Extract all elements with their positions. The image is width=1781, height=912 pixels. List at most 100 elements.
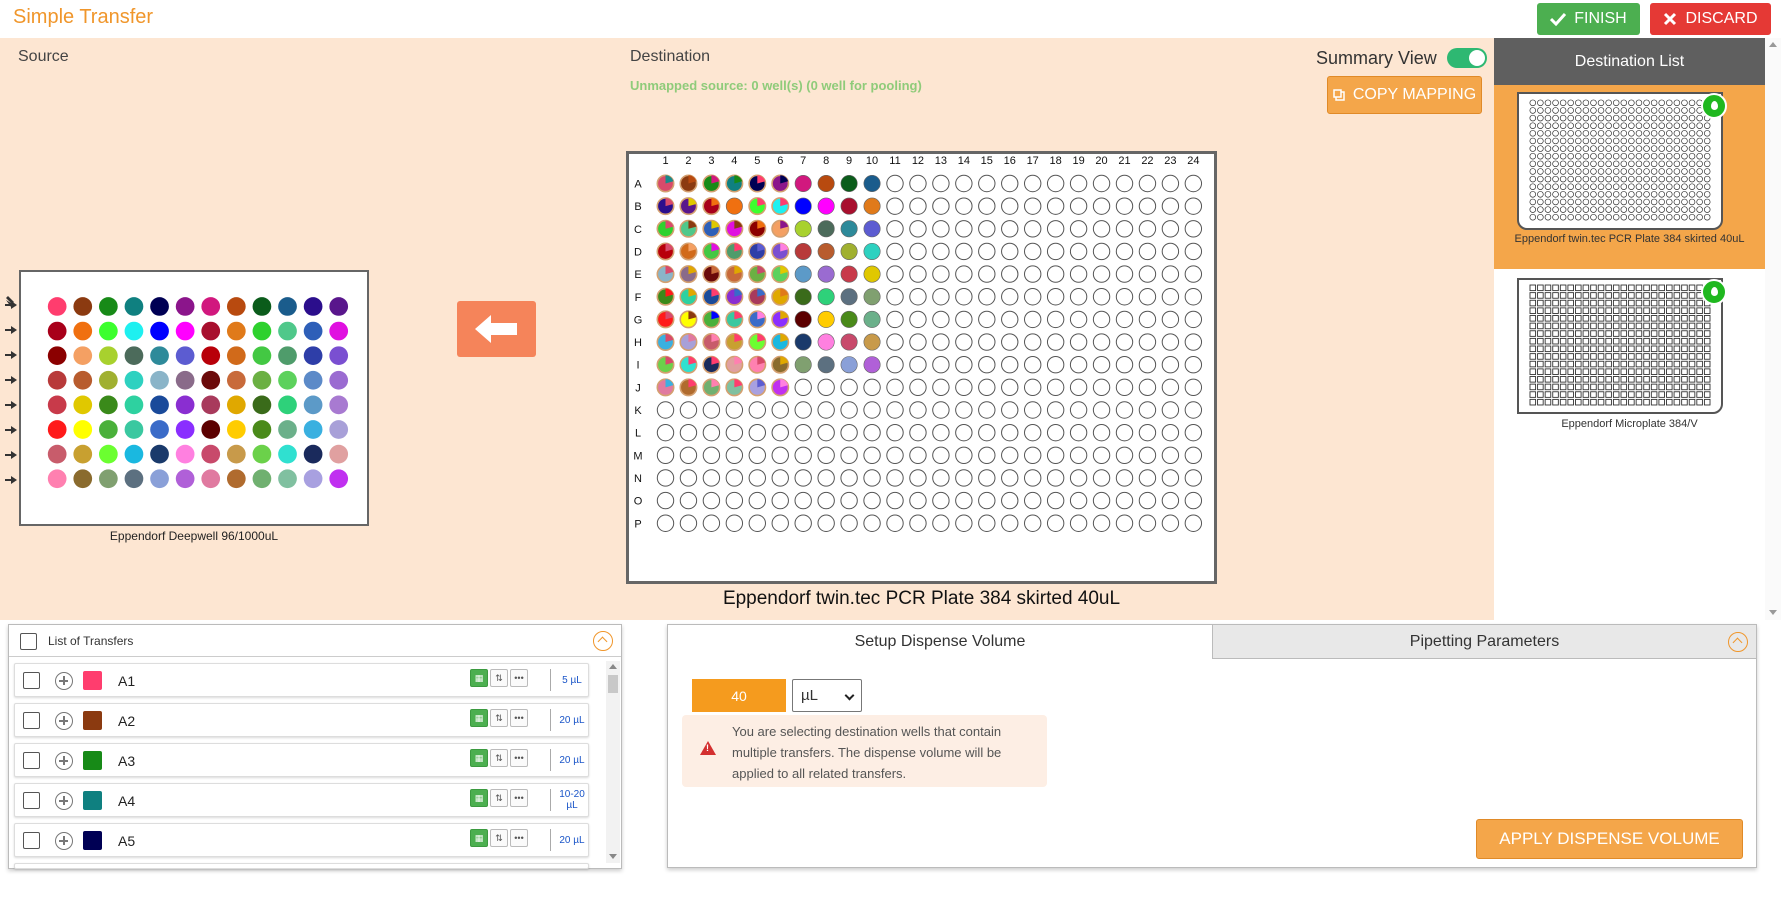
- source-well[interactable]: [150, 346, 169, 366]
- page-scrollbar[interactable]: [1765, 38, 1781, 620]
- destination-well-empty[interactable]: [1161, 423, 1180, 442]
- source-well[interactable]: [303, 370, 323, 390]
- destination-well-empty[interactable]: [1069, 401, 1088, 419]
- transfer-arrow-button[interactable]: [457, 301, 536, 357]
- source-well[interactable]: [47, 469, 67, 489]
- destination-well-empty[interactable]: [748, 469, 767, 487]
- destination-well-filled[interactable]: [817, 310, 835, 328]
- destination-well-empty[interactable]: [909, 469, 927, 487]
- destination-well-multi[interactable]: [656, 355, 675, 374]
- destination-well-empty[interactable]: [1184, 423, 1203, 442]
- source-well[interactable]: [201, 444, 221, 464]
- source-well[interactable]: [252, 370, 272, 390]
- destination-well-empty[interactable]: [932, 220, 950, 238]
- destination-well-empty[interactable]: [679, 423, 698, 442]
- destination-well-empty[interactable]: [1115, 423, 1134, 442]
- destination-well-empty[interactable]: [886, 378, 904, 397]
- destination-well-empty[interactable]: [1092, 333, 1111, 351]
- destination-well-empty[interactable]: [771, 423, 789, 442]
- destination-well-empty[interactable]: [1138, 469, 1157, 487]
- destination-well-multi[interactable]: [748, 265, 767, 284]
- destination-well-filled[interactable]: [840, 333, 858, 351]
- source-well[interactable]: [47, 297, 67, 316]
- destination-well-empty[interactable]: [955, 356, 973, 374]
- destination-well-multi[interactable]: [771, 333, 790, 352]
- destination-well-filled[interactable]: [817, 333, 835, 351]
- destination-well-multi[interactable]: [771, 197, 790, 216]
- destination-well-empty[interactable]: [1092, 378, 1111, 397]
- destination-well-filled[interactable]: [794, 220, 812, 238]
- destination-well-empty[interactable]: [955, 242, 973, 261]
- destination-well-empty[interactable]: [1138, 174, 1157, 193]
- destination-well-empty[interactable]: [886, 242, 904, 261]
- transfer-row-checkbox[interactable]: [23, 832, 40, 849]
- destination-well-empty[interactable]: [794, 423, 812, 442]
- destination-well-filled[interactable]: [817, 220, 835, 238]
- destination-well-multi[interactable]: [702, 219, 721, 238]
- destination-well-empty[interactable]: [955, 378, 973, 397]
- destination-well-empty[interactable]: [1046, 220, 1065, 238]
- destination-well-multi[interactable]: [679, 219, 698, 238]
- destination-well-empty[interactable]: [1138, 491, 1157, 510]
- destination-well-empty[interactable]: [1046, 242, 1065, 261]
- destination-well-empty[interactable]: [1161, 333, 1180, 351]
- destination-well-empty[interactable]: [1001, 514, 1019, 532]
- destination-well-empty[interactable]: [886, 356, 904, 374]
- destination-well-filled[interactable]: [863, 265, 881, 283]
- destination-well-empty[interactable]: [909, 288, 927, 306]
- destination-well-empty[interactable]: [840, 469, 858, 487]
- destination-well-multi[interactable]: [748, 355, 767, 374]
- destination-well-empty[interactable]: [725, 401, 744, 419]
- sort-arrows-icon[interactable]: ⇅: [490, 829, 508, 847]
- destination-well-empty[interactable]: [932, 514, 950, 532]
- destination-well-empty[interactable]: [1184, 174, 1203, 193]
- source-well[interactable]: [226, 370, 246, 390]
- destination-well-empty[interactable]: [863, 423, 881, 442]
- destination-well-empty[interactable]: [1046, 378, 1065, 397]
- sort-arrows-icon[interactable]: ⇅: [490, 789, 508, 807]
- expand-plus-icon[interactable]: [55, 672, 73, 690]
- destination-well-empty[interactable]: [1138, 242, 1157, 261]
- source-well[interactable]: [201, 321, 221, 341]
- source-well[interactable]: [303, 469, 323, 489]
- destination-well-multi[interactable]: [679, 378, 698, 397]
- scroll-up-arrow[interactable]: [609, 664, 617, 669]
- destination-well-empty[interactable]: [1046, 356, 1065, 374]
- destination-well-empty[interactable]: [1092, 423, 1111, 442]
- destination-well-empty[interactable]: [1069, 197, 1088, 215]
- destination-well-empty[interactable]: [1115, 491, 1134, 510]
- destination-well-empty[interactable]: [1092, 220, 1111, 238]
- destination-well-empty[interactable]: [1184, 288, 1203, 306]
- destination-well-filled[interactable]: [863, 220, 881, 238]
- destination-well-filled[interactable]: [817, 242, 835, 260]
- destination-well-multi[interactable]: [679, 242, 698, 261]
- source-well[interactable]: [124, 420, 144, 439]
- destination-well-multi[interactable]: [725, 355, 744, 374]
- destination-well-filled[interactable]: [817, 265, 835, 283]
- destination-well-empty[interactable]: [1138, 356, 1157, 374]
- destination-well-empty[interactable]: [886, 288, 904, 306]
- destination-well-empty[interactable]: [679, 514, 698, 532]
- destination-well-empty[interactable]: [1024, 356, 1042, 374]
- destination-well-empty[interactable]: [1046, 288, 1065, 306]
- destination-well-empty[interactable]: [1161, 491, 1180, 510]
- source-well[interactable]: [201, 346, 221, 366]
- destination-well-empty[interactable]: [1069, 310, 1088, 329]
- destination-well-empty[interactable]: [978, 378, 996, 397]
- source-well[interactable]: [73, 395, 93, 415]
- destination-well-empty[interactable]: [794, 514, 812, 532]
- destination-well-filled[interactable]: [794, 356, 812, 374]
- destination-well-multi[interactable]: [656, 287, 675, 306]
- source-well[interactable]: [150, 420, 169, 439]
- source-well[interactable]: [303, 444, 323, 464]
- destination-well-empty[interactable]: [656, 469, 675, 487]
- destination-well-empty[interactable]: [932, 288, 950, 306]
- collapse-transfers-button[interactable]: [593, 631, 613, 651]
- source-well[interactable]: [73, 370, 93, 390]
- destination-well-empty[interactable]: [1046, 265, 1065, 283]
- source-well[interactable]: [47, 321, 67, 341]
- destination-well-empty[interactable]: [1115, 356, 1134, 374]
- destination-well-multi[interactable]: [656, 242, 675, 261]
- destination-well-multi[interactable]: [702, 378, 721, 397]
- destination-list-item-pcr-384[interactable]: Eppendorf twin.tec PCR Plate 384 skirted…: [1494, 85, 1765, 269]
